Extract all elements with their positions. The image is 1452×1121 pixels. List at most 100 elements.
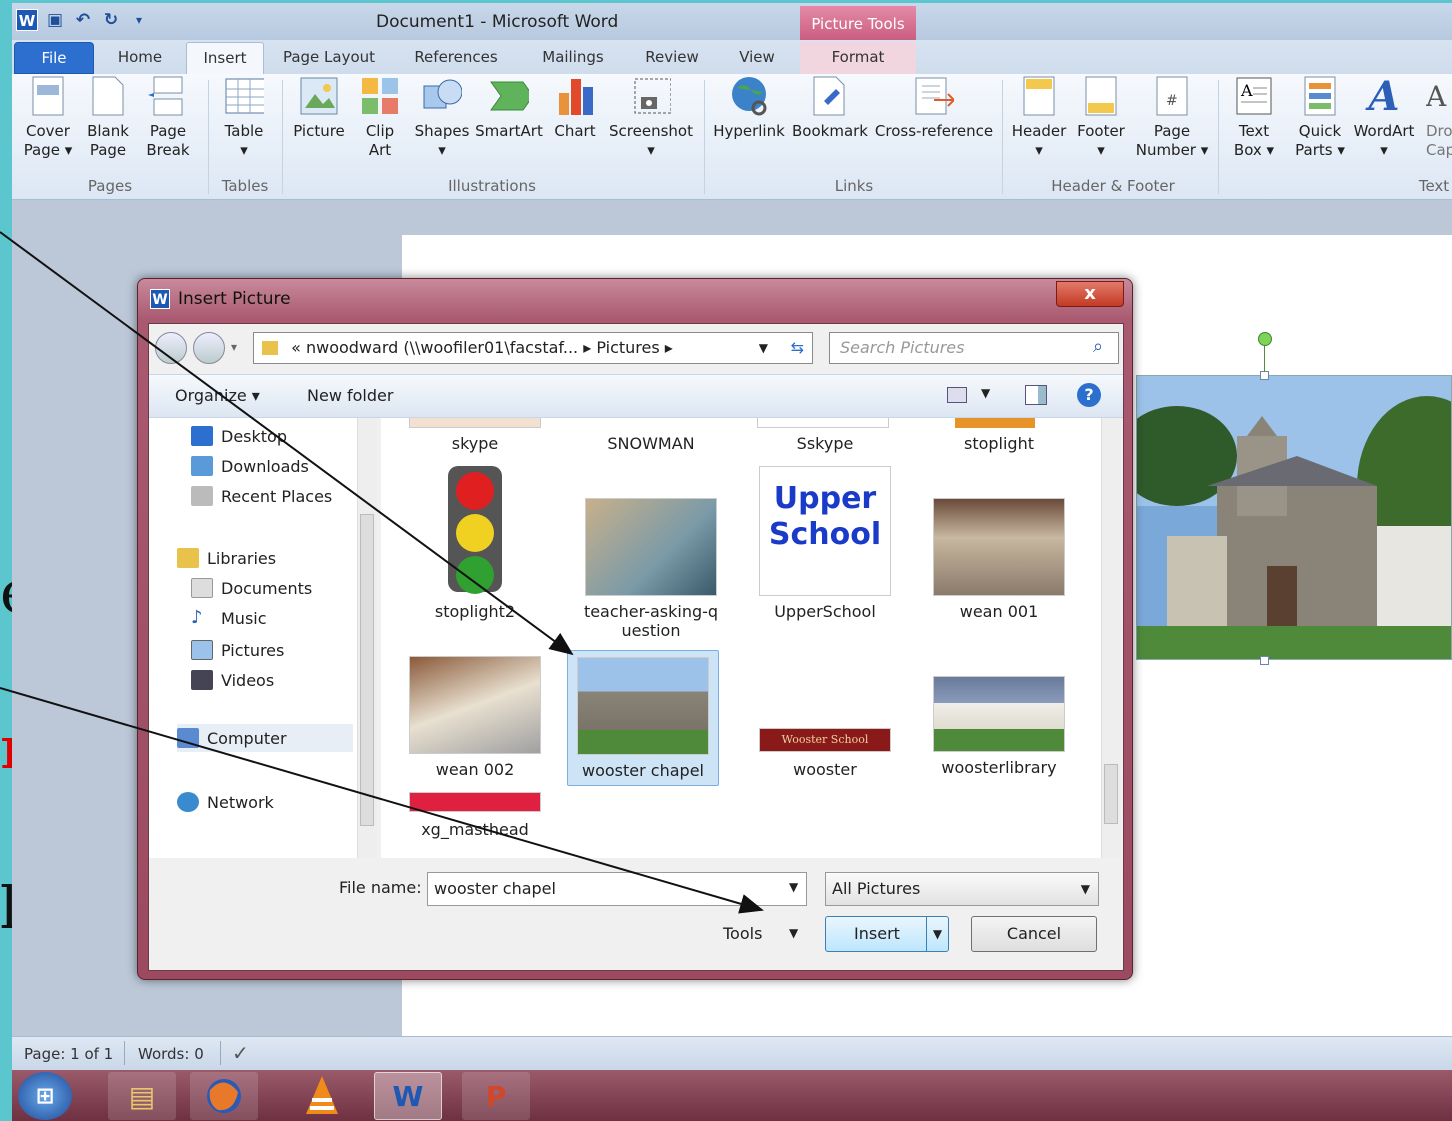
stoplight-thumbnail bbox=[448, 466, 502, 594]
address-bar[interactable]: « nwoodward (\\woofiler01\facstaf... ▸ P… bbox=[253, 332, 813, 364]
dialog-close-button[interactable]: x bbox=[1056, 281, 1124, 307]
nav-item-downloads[interactable]: Downloads bbox=[191, 456, 309, 476]
new-folder-button[interactable]: New folder bbox=[307, 386, 393, 405]
vlc-icon[interactable] bbox=[288, 1072, 356, 1120]
word-icon[interactable]: W bbox=[374, 1072, 442, 1120]
tools-dropdown-icon[interactable]: ▼ bbox=[789, 926, 798, 940]
tab-insert[interactable]: Insert bbox=[186, 42, 264, 74]
view-options-icon[interactable] bbox=[947, 387, 967, 403]
nav-item-videos[interactable]: Videos bbox=[191, 670, 274, 690]
bookmark-button[interactable]: Bookmark bbox=[790, 74, 870, 141]
footer-button[interactable]: Footer ▾ bbox=[1070, 74, 1132, 160]
file-name-dropdown-icon[interactable]: ▼ bbox=[789, 880, 798, 894]
header-button[interactable]: Header ▾ bbox=[1008, 74, 1070, 160]
drop-cap-button[interactable]: A Dro Cap bbox=[1426, 74, 1452, 160]
smartart-button[interactable]: SmartArt bbox=[474, 74, 544, 141]
quick-parts-button[interactable]: Quick Parts ▾ bbox=[1288, 74, 1352, 160]
resize-handle-bottom[interactable] bbox=[1260, 656, 1269, 665]
file-item-xg-masthead[interactable]: xg_masthead bbox=[399, 792, 551, 839]
file-item-stoplight2[interactable]: stoplight2 bbox=[399, 466, 551, 621]
screenshot-button[interactable]: Screenshot ▾ bbox=[606, 74, 696, 160]
help-icon[interactable]: ? bbox=[1077, 383, 1101, 407]
page-number-button[interactable]: # Page Number ▾ bbox=[1132, 74, 1212, 160]
cross-reference-button[interactable]: Cross-reference bbox=[874, 74, 994, 141]
tab-format[interactable]: Format bbox=[800, 42, 916, 74]
view-dropdown-icon[interactable]: ▼ bbox=[981, 386, 990, 400]
nav-item-network[interactable]: Network bbox=[177, 792, 274, 812]
nav-item-computer[interactable]: Computer bbox=[177, 724, 353, 752]
page-break-button[interactable]: Page Break bbox=[140, 74, 196, 160]
nav-label: Computer bbox=[207, 728, 287, 748]
nav-item-pictures[interactable]: Pictures bbox=[191, 640, 284, 660]
picture-button[interactable]: Picture bbox=[288, 74, 350, 141]
word-app-icon[interactable]: W bbox=[16, 9, 38, 31]
nav-item-libraries[interactable]: Libraries bbox=[177, 548, 276, 568]
blank-page-button[interactable]: Blank Page bbox=[80, 74, 136, 160]
cover-page-button[interactable]: Cover Page ▾ bbox=[18, 74, 78, 160]
nav-scrollbar[interactable] bbox=[357, 418, 377, 858]
tools-button[interactable]: Tools bbox=[723, 924, 762, 943]
redo-icon[interactable]: ↻ bbox=[100, 9, 122, 31]
file-list-scroll-thumb[interactable] bbox=[1104, 764, 1118, 824]
tab-file[interactable]: File bbox=[14, 42, 94, 74]
refresh-icon[interactable]: ⇆ bbox=[791, 333, 804, 363]
file-item-wean-002[interactable]: wean 002 bbox=[399, 656, 551, 779]
file-item-stoplight[interactable]: stoplight bbox=[923, 434, 1075, 453]
file-list-scrollbar[interactable] bbox=[1101, 418, 1121, 858]
file-name-input[interactable]: wooster chapel bbox=[427, 872, 807, 906]
nav-scroll-thumb[interactable] bbox=[360, 514, 374, 826]
chart-button[interactable]: Chart bbox=[548, 74, 602, 141]
file-item-wean-001[interactable]: wean 001 bbox=[923, 498, 1075, 621]
nav-item-desktop[interactable]: Desktop bbox=[191, 426, 287, 446]
insert-dropdown-icon[interactable]: ▼ bbox=[926, 917, 948, 951]
cancel-button[interactable]: Cancel bbox=[971, 916, 1097, 952]
wordart-button[interactable]: A WordArt ▾ bbox=[1350, 74, 1418, 160]
file-item-sskype[interactable]: Sskype bbox=[749, 434, 901, 453]
preview-pane-icon[interactable] bbox=[1025, 385, 1047, 405]
insert-button[interactable]: Insert ▼ bbox=[825, 916, 949, 952]
nav-item-recent-places[interactable]: Recent Places bbox=[191, 486, 332, 506]
forward-button[interactable] bbox=[193, 332, 225, 364]
explorer-icon[interactable]: ▤ bbox=[108, 1072, 176, 1120]
shapes-button[interactable]: Shapes ▾ bbox=[412, 74, 472, 160]
proofing-icon[interactable]: ✓ bbox=[232, 1041, 249, 1065]
text-box-button[interactable]: A Text Box ▾ bbox=[1224, 74, 1284, 160]
resize-handle-top[interactable] bbox=[1260, 371, 1269, 380]
file-item-wooster-chapel[interactable]: wooster chapel bbox=[567, 650, 719, 786]
firefox-icon[interactable] bbox=[190, 1072, 258, 1120]
search-icon[interactable]: ⌕ bbox=[1093, 336, 1103, 357]
rotate-handle[interactable] bbox=[1258, 332, 1272, 346]
screenshot-label-2: ▾ bbox=[647, 141, 655, 159]
tab-references[interactable]: References bbox=[404, 42, 508, 74]
nav-item-music[interactable]: ♪ Music bbox=[191, 608, 267, 628]
file-item-teacher-asking-question[interactable]: teacher-asking-q uestion bbox=[575, 498, 727, 640]
word-count[interactable]: Words: 0 bbox=[138, 1045, 204, 1063]
table-button[interactable]: Table ▾ bbox=[216, 74, 272, 160]
tab-review[interactable]: Review bbox=[636, 42, 708, 74]
recent-pages-icon[interactable]: ▾ bbox=[231, 340, 237, 354]
file-type-select[interactable]: All Pictures ▼ bbox=[825, 872, 1099, 906]
customize-qat-icon[interactable]: ▾ bbox=[128, 9, 150, 31]
file-item-snowman[interactable]: SNOWMAN bbox=[575, 434, 727, 453]
tab-view[interactable]: View bbox=[724, 42, 790, 74]
tab-page-layout[interactable]: Page Layout bbox=[274, 42, 384, 74]
file-item-wooster[interactable]: Wooster School wooster bbox=[749, 728, 901, 779]
save-icon[interactable]: ▣ bbox=[44, 9, 66, 31]
clip-art-button[interactable]: Clip Art bbox=[356, 74, 404, 160]
file-item-upperschool[interactable]: Upper School UpperSchool bbox=[749, 466, 901, 621]
powerpoint-icon[interactable]: P bbox=[462, 1072, 530, 1120]
address-dropdown-icon[interactable]: ▼ bbox=[759, 333, 768, 363]
hyperlink-button[interactable]: Hyperlink bbox=[710, 74, 788, 141]
page-count[interactable]: Page: 1 of 1 bbox=[24, 1045, 113, 1063]
tab-home[interactable]: Home bbox=[104, 42, 176, 74]
undo-icon[interactable]: ↶ bbox=[72, 9, 94, 31]
file-item-skype[interactable]: skype bbox=[399, 434, 551, 453]
back-button[interactable] bbox=[155, 332, 187, 364]
nav-item-documents[interactable]: Documents bbox=[191, 578, 312, 598]
tab-mailings[interactable]: Mailings bbox=[526, 42, 620, 74]
inserted-chapel-picture[interactable] bbox=[1136, 375, 1452, 660]
start-orb-icon[interactable]: ⊞ bbox=[18, 1072, 72, 1120]
search-input[interactable]: Search Pictures bbox=[829, 332, 1119, 364]
organize-button[interactable]: Organize ▾ bbox=[175, 386, 260, 405]
file-item-woosterlibrary[interactable]: woosterlibrary bbox=[923, 676, 1075, 777]
